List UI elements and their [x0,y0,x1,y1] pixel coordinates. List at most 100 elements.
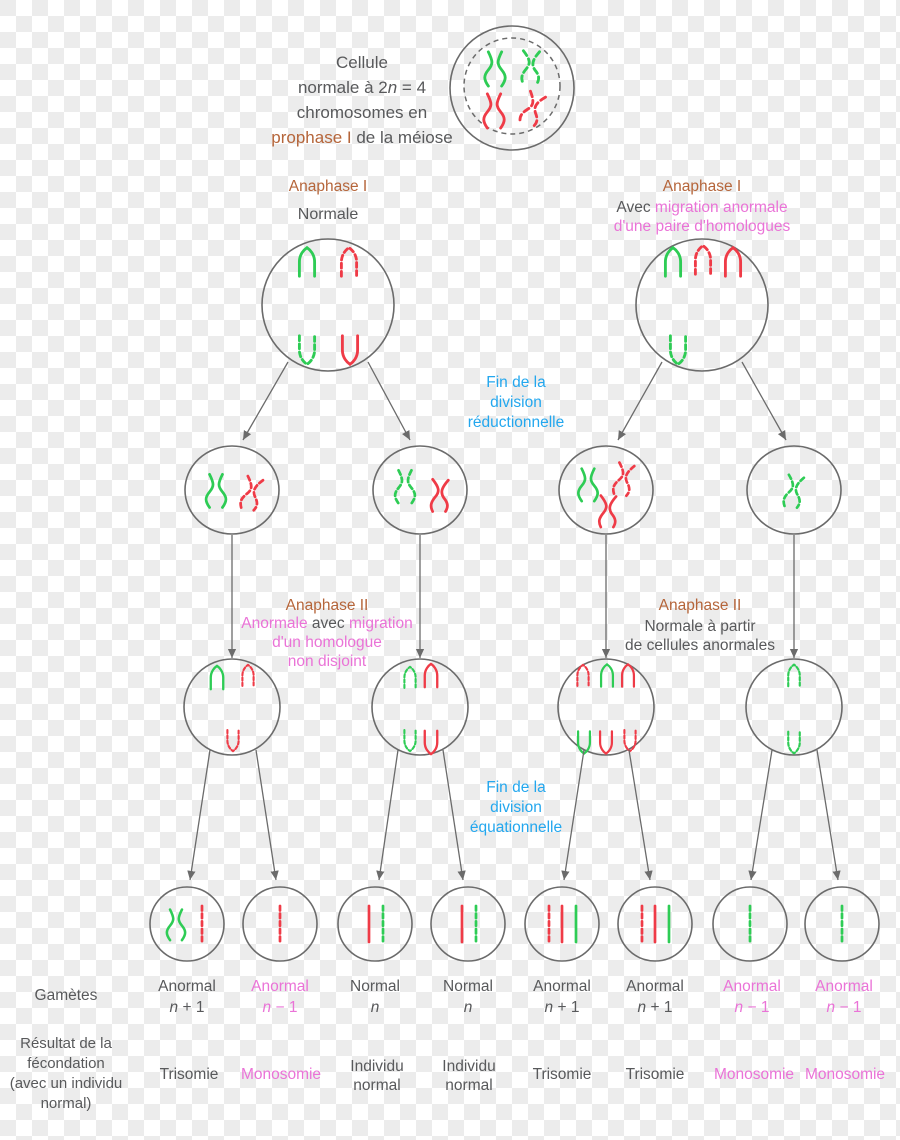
chromosome-green-solid [165,908,187,942]
gamete-status-label: Normal [443,978,493,995]
result-line-2: normal [353,1077,400,1094]
arrow [367,361,411,441]
intro-line-2: normale à 2n = 4 [298,78,426,97]
chromosome-red-solid [482,92,506,130]
fertilization-line-3: (avec un individu [10,1075,123,1092]
anaphase1-left-sub: Normale [298,206,359,223]
reductional-line-3: réductionnelle [468,414,565,431]
anaphase2-left-line-1: Anormale avec migration [241,615,412,632]
chromosome-green-solid [599,663,615,688]
anaphase1-right-label: Anaphase I Avec migration anormale d'une… [614,178,791,235]
intro-line-3: chromosomes en [297,103,427,122]
anaphase1-right-sub2: d'une paire d'homologues [614,218,791,235]
intro-line-1: Cellule [336,53,388,72]
chromosome-green-dashed [393,468,417,505]
arrow [376,749,399,881]
cell-gamete-5 [524,886,600,962]
chromosome-red-dashed [611,460,636,498]
result-1: Trisomie [160,1066,219,1083]
result-3: Individu normal [350,1058,403,1094]
anaphase1-right-heading: Anaphase I [663,178,741,195]
anaphase1-right-sub1: Avec migration anormale [616,199,787,216]
gamete-status-5: Anormal n + 1 [533,978,591,1016]
arrow [617,361,663,441]
gamete-status-7: Anormal n − 1 [723,978,781,1016]
chromosome-red-solid [620,663,636,688]
result-line-2: normal [445,1077,492,1094]
fertilization-line-1: Résultat de la [20,1035,112,1052]
arrow [255,749,279,881]
chromosome-red-solid [340,334,360,366]
row-label-gametes: Gamètes [35,987,98,1004]
arrow [242,361,289,441]
gamete-status-4: Normal n [443,978,493,1016]
chromosome-green-dashed [781,473,806,510]
equational-line-3: équationnelle [470,819,562,836]
reductional-line-1: Fin de la [486,374,546,391]
anaphase2-right-line-1: Normale à partir [644,618,755,635]
chromosome-red-dashed [238,474,265,513]
result-line-1: Trisomie [160,1066,219,1083]
gamete-status-2: Anormal n − 1 [251,978,309,1016]
result-line-1: Individu [442,1058,495,1075]
chromosome-red-dashed [226,729,240,753]
chromosome-red-dashed [517,89,548,130]
arrow [748,749,773,881]
cell-meiosis1-product-1 [184,445,280,535]
cell-meiosis1-product-4 [746,445,842,535]
arrow [816,749,841,881]
chromosome-red-solid [723,246,743,278]
gamete-ploidy: n − 1 [263,999,298,1016]
intro-line-4: prophase I de la méiose [271,128,452,147]
gamete-status-3: Normal n [350,978,400,1016]
gamete-ploidy: n + 1 [638,999,673,1016]
gamete-status-label: Anormal [815,978,873,995]
row-label-fertilization: Résultat de la fécondation (avec un indi… [10,1035,123,1112]
result-line-1: Individu [350,1058,403,1075]
chromosome-green-solid [209,664,225,691]
cell-meiosis1-product-2 [372,445,468,535]
cell-gamete-2 [242,886,318,962]
cell-meiosis1-product-3 [558,445,654,535]
chromosome-green-solid [297,246,317,278]
fertilization-line-2: fécondation [27,1055,105,1072]
arrow [741,361,787,441]
result-5: Trisomie [533,1066,592,1083]
cell-anaphase2-1 [183,658,281,756]
chromosome-red-dashed [576,663,590,687]
cell-prophase-1 [449,25,575,151]
anaphase2-left-heading: Anaphase II [286,597,369,614]
cell-gamete-8 [804,886,880,962]
result-line-1: Monosomie [805,1066,885,1083]
chromosome-green-solid [576,467,600,503]
anaphase2-left-label: Anaphase II Anormale avec migration d'un… [241,597,412,670]
anaphase2-left-line-3: non disjoint [288,653,367,670]
chromosome-green-dashed [668,334,688,366]
chromosome-red-solid [598,730,614,755]
cell-gamete-6 [617,886,693,962]
reductional-label: Fin de la division réductionnelle [468,374,565,431]
cell-anaphase1-abnormal [635,238,769,372]
anaphase2-right-label: Anaphase II Normale à partir de cellules… [625,597,775,654]
anaphase1-left-label: Anaphase I Normale [289,178,367,223]
fertilization-line-4: normal) [41,1095,92,1112]
chromosome-green-dashed [403,665,417,689]
arrow [442,749,466,881]
arrow [561,749,585,881]
cell-gamete-3 [337,886,413,962]
result-2: Monosomie [241,1066,321,1083]
cell-anaphase2-4 [745,658,843,756]
arrow [187,749,211,881]
gamete-status-label: Normal [350,978,400,995]
chromosome-green-solid [663,246,683,278]
meiosis-nondisjunction-diagram: Cellule normale à 2n = 4 chromosomes en … [0,0,900,1140]
gamete-ploidy: n − 1 [735,999,770,1016]
result-4: Individu normal [442,1058,495,1094]
chromosome-red-solid [423,729,439,756]
result-6: Trisomie [626,1066,685,1083]
nucleus-outline [463,37,561,135]
gamete-status-label: Anormal [158,978,216,995]
chromosome-red-solid [423,662,439,689]
result-line-1: Trisomie [626,1066,685,1083]
chromosome-green-dashed [297,334,317,366]
